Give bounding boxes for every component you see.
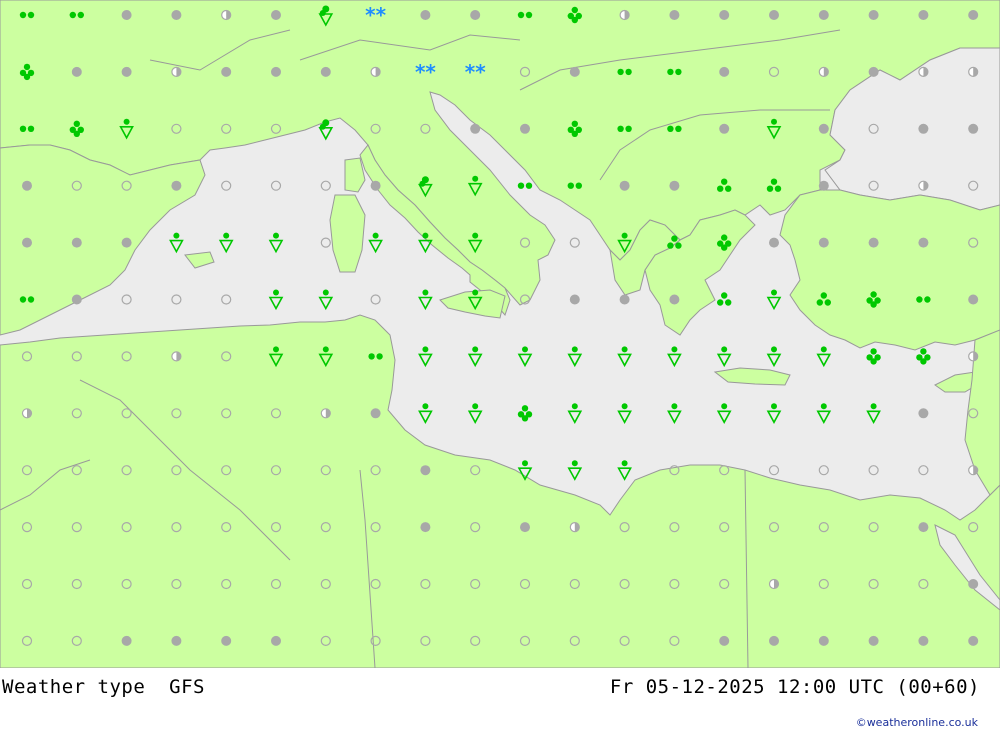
half-cloudy-marker	[968, 66, 979, 78]
overcast-marker	[520, 522, 530, 533]
overcast-marker	[520, 123, 530, 134]
snow-marker: **	[465, 60, 486, 84]
overcast-marker	[669, 294, 680, 305]
overcast-marker	[121, 10, 132, 20]
half-cloudy-marker	[818, 66, 829, 78]
overcast-marker	[71, 237, 82, 248]
overcast-marker	[669, 10, 680, 20]
overcast-marker	[121, 237, 132, 248]
half-cloudy-marker	[918, 180, 929, 191]
half-cloudy-marker	[918, 66, 929, 78]
half-cloudy-marker	[569, 521, 580, 533]
overcast-marker	[271, 635, 281, 646]
overcast-marker	[818, 635, 829, 646]
overcast-marker	[470, 123, 481, 134]
overcast-marker	[271, 66, 281, 77]
overcast-marker	[71, 66, 82, 77]
overcast-marker	[818, 180, 829, 191]
overcast-marker	[569, 66, 580, 77]
overcast-marker	[569, 294, 580, 305]
credit-link[interactable]: ©weatheronline.co.uk	[856, 716, 978, 729]
overcast-marker	[868, 237, 879, 248]
overcast-marker	[918, 10, 929, 20]
overcast-marker	[22, 237, 32, 248]
overcast-marker	[818, 10, 829, 20]
overcast-marker	[619, 180, 630, 191]
half-cloudy-marker	[968, 351, 979, 362]
overcast-marker	[470, 10, 481, 20]
map-title: Weather type GFS	[2, 676, 205, 698]
overcast-marker	[420, 10, 431, 20]
overcast-marker	[121, 635, 132, 646]
svg-text:**: **	[415, 60, 436, 84]
overcast-marker	[669, 180, 680, 191]
overcast-marker	[918, 123, 929, 134]
overcast-marker	[320, 66, 331, 77]
overcast-marker	[968, 123, 979, 134]
overcast-marker	[121, 66, 132, 77]
half-cloudy-marker	[320, 408, 331, 419]
overcast-marker	[719, 66, 730, 77]
overcast-marker	[221, 635, 232, 646]
overcast-marker	[719, 635, 730, 646]
overcast-marker	[968, 294, 979, 305]
map-datetime: Fr 05-12-2025 12:00 UTC (00+60)	[609, 676, 980, 698]
overcast-marker	[818, 237, 829, 248]
overcast-marker	[769, 237, 779, 248]
overcast-marker	[868, 635, 879, 646]
half-cloudy-marker	[619, 9, 630, 21]
overcast-marker	[420, 465, 431, 476]
title-text: Weather type	[2, 676, 146, 698]
half-cloudy-marker	[370, 66, 381, 78]
overcast-marker	[918, 237, 929, 248]
overcast-marker	[719, 10, 730, 20]
overcast-marker	[370, 180, 381, 191]
overcast-marker	[719, 123, 730, 134]
overcast-marker	[71, 294, 82, 305]
overcast-marker	[22, 180, 32, 191]
overcast-marker	[918, 635, 929, 646]
overcast-marker	[221, 66, 232, 77]
half-cloudy-marker	[171, 351, 182, 362]
overcast-marker	[868, 66, 879, 77]
overcast-marker	[420, 522, 431, 533]
overcast-marker	[868, 10, 879, 20]
half-cloudy-marker	[171, 66, 182, 78]
overcast-marker	[769, 10, 779, 20]
overcast-marker	[171, 635, 182, 646]
overcast-marker	[370, 408, 381, 419]
svg-text:**: **	[465, 60, 486, 84]
overcast-marker	[171, 10, 182, 20]
overcast-marker	[818, 123, 829, 134]
model-name: GFS	[169, 676, 205, 698]
half-cloudy-marker	[768, 578, 780, 590]
overcast-marker	[918, 522, 929, 533]
overcast-marker	[769, 635, 779, 646]
overcast-marker	[968, 10, 979, 20]
overcast-marker	[619, 294, 630, 305]
half-cloudy-marker	[21, 408, 33, 419]
overcast-marker	[271, 10, 281, 20]
overcast-marker	[968, 579, 979, 589]
svg-text:**: **	[365, 3, 386, 27]
weather-map: ** ** **	[0, 0, 1000, 668]
overcast-marker	[171, 180, 182, 191]
half-cloudy-marker	[221, 9, 232, 21]
snow-marker: **	[415, 60, 436, 84]
snow-marker: **	[365, 3, 386, 27]
half-cloudy-marker	[968, 465, 979, 476]
overcast-marker	[918, 408, 929, 419]
overcast-marker	[968, 635, 979, 646]
